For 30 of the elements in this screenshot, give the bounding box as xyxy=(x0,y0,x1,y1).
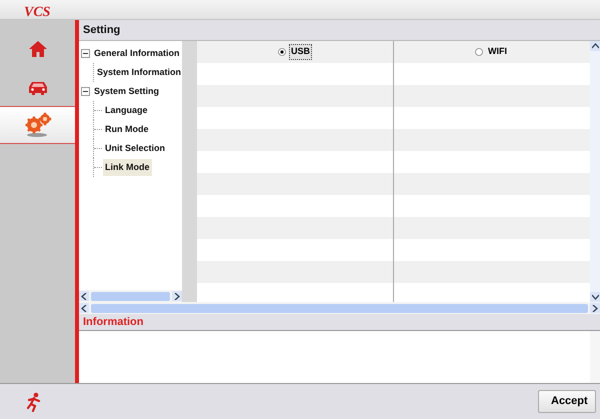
accept-button[interactable]: Accept xyxy=(538,390,596,413)
tree-item[interactable]: Language xyxy=(103,102,150,120)
tree-item[interactable]: General Information xyxy=(92,44,182,62)
tree-item[interactable]: System Information xyxy=(95,64,182,82)
radio-icon xyxy=(278,48,286,56)
running-figure-icon[interactable] xyxy=(25,392,43,412)
information-title: Information xyxy=(79,314,600,331)
scrollbar[interactable] xyxy=(79,290,182,302)
gears-icon xyxy=(22,112,52,138)
radio-option[interactable]: WIFI xyxy=(475,44,509,60)
scrollbar[interactable] xyxy=(79,302,600,314)
scrollbar[interactable] xyxy=(590,41,600,302)
scroll-up-icon[interactable] xyxy=(590,41,600,51)
scroll-down-icon[interactable] xyxy=(590,292,600,302)
scroll-right-icon[interactable] xyxy=(590,303,600,313)
section-title: Setting xyxy=(79,20,600,40)
sidebar-item[interactable] xyxy=(0,106,75,144)
tree-item[interactable]: Link Mode xyxy=(103,158,152,176)
tree-item[interactable]: Unit Selection xyxy=(103,140,168,158)
tree-item[interactable]: System Setting xyxy=(92,82,162,100)
tree-item[interactable]: Run Mode xyxy=(103,120,150,138)
home-icon xyxy=(28,40,48,58)
radio-icon xyxy=(475,48,483,56)
scroll-right-icon[interactable] xyxy=(172,291,182,301)
scroll-left-icon[interactable] xyxy=(79,303,89,313)
car-icon xyxy=(26,80,48,94)
app-title: VCS xyxy=(24,5,50,20)
scroll-left-icon[interactable] xyxy=(79,291,89,301)
collapse-icon[interactable] xyxy=(81,49,90,58)
collapse-icon[interactable] xyxy=(81,87,90,96)
